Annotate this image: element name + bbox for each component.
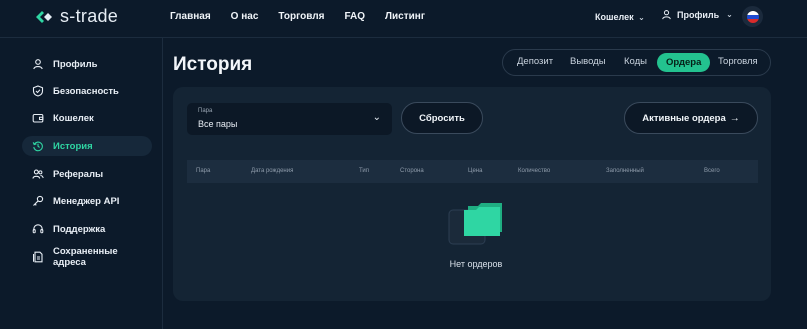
nav-listing[interactable]: Листинг: [385, 11, 425, 22]
sidebar-item-label: Безопасность: [53, 85, 119, 97]
nav-home[interactable]: Главная: [170, 11, 211, 22]
nav-faq[interactable]: FAQ: [344, 11, 365, 22]
profile-menu[interactable]: Профиль ⌄: [661, 9, 733, 20]
arrow-right-icon: →: [729, 112, 740, 124]
pair-select[interactable]: Пара Все пары ⌄: [187, 103, 392, 135]
language-flag-ru[interactable]: [742, 6, 763, 27]
sidebar-item-label: Поддержка: [53, 223, 106, 235]
tab-codes[interactable]: Коды: [624, 56, 647, 67]
column-header-amount: Количество: [518, 168, 551, 174]
tab-deposit[interactable]: Депозит: [517, 56, 553, 67]
sidebar-item-label: Профиль: [53, 58, 98, 70]
column-header-pair: Пара: [196, 168, 211, 174]
sidebar-item-saved-addresses[interactable]: Сохраненные адреса: [22, 246, 152, 268]
wallet-menu-label: Кошелек: [595, 12, 634, 22]
column-header-side: Сторона: [400, 168, 424, 174]
tab-withdrawals[interactable]: Выводы: [570, 56, 606, 67]
logo[interactable]: s-trade: [34, 6, 118, 27]
tab-trading[interactable]: Торговля: [718, 56, 758, 67]
sidebar-item-label: Сохраненные адреса: [53, 246, 118, 268]
pair-select-value: Все пары: [198, 119, 238, 129]
sidebar-item-label: Кошелек: [53, 112, 94, 124]
wallet-icon: [32, 112, 44, 124]
chevron-down-icon: ⌄: [726, 10, 733, 19]
column-header-type: Тип: [359, 168, 370, 174]
empty-folder-icon: [448, 203, 502, 245]
empty-state-text: Нет ордеров: [449, 259, 503, 269]
nav-about[interactable]: О нас: [231, 11, 259, 22]
profile-menu-label: Профиль: [677, 9, 720, 20]
chevron-down-icon: ⌄: [638, 13, 645, 22]
sidebar-item-api-manager[interactable]: Менеджер API: [22, 191, 152, 211]
key-icon: [32, 195, 44, 207]
reset-button-label: Сбросить: [419, 112, 465, 124]
active-orders-button[interactable]: Активные ордера →: [624, 102, 758, 134]
chevron-down-icon: ⌄: [372, 112, 381, 123]
history-tabs: Депозит Выводы Коды Ордера Торговля: [502, 49, 771, 76]
column-header-total: Всего: [704, 168, 720, 174]
orders-table-header: Пара Дата рождения Тип Сторона Цена Коли…: [187, 160, 758, 183]
logo-text: s-trade: [60, 6, 119, 26]
sidebar: Профиль Безопасность Кошелек История Реф…: [0, 38, 163, 329]
sidebar-item-wallet[interactable]: Кошелек: [22, 108, 152, 128]
active-orders-button-label: Активные ордера: [642, 112, 726, 124]
sidebar-item-history[interactable]: История: [22, 136, 152, 156]
tab-orders[interactable]: Ордера: [657, 53, 711, 72]
sidebar-item-referrals[interactable]: Рефералы: [22, 164, 152, 184]
logo-icon: [36, 10, 52, 23]
sidebar-item-profile[interactable]: Профиль: [22, 54, 152, 74]
sidebar-item-support[interactable]: Поддержка: [22, 219, 152, 239]
flag-icon: [746, 10, 759, 23]
wallet-menu[interactable]: Кошелек ⌄: [595, 12, 645, 22]
top-bar: s-trade Главная О нас Торговля FAQ Листи…: [0, 0, 807, 36]
user-icon: [662, 10, 671, 20]
sidebar-item-security[interactable]: Безопасность: [22, 81, 152, 101]
pair-select-label: Пара: [198, 108, 213, 114]
address-icon: [32, 251, 44, 263]
sidebar-item-label: Рефералы: [53, 168, 104, 180]
main-nav: Главная О нас Торговля FAQ Листинг: [170, 11, 445, 22]
reset-button[interactable]: Сбросить: [401, 102, 483, 134]
nav-trade[interactable]: Торговля: [278, 11, 324, 22]
column-header-price: Цена: [468, 168, 483, 174]
users-icon: [32, 168, 44, 180]
shield-icon: [32, 85, 44, 97]
user-icon: [32, 58, 44, 70]
sidebar-item-label: Менеджер API: [53, 195, 120, 207]
sidebar-item-label: История: [53, 140, 93, 152]
headset-icon: [32, 223, 44, 235]
history-icon: [32, 140, 44, 152]
column-header-date: Дата рождения: [251, 168, 294, 174]
page-title: История: [173, 54, 253, 75]
column-header-filled: Заполненный: [606, 168, 644, 174]
